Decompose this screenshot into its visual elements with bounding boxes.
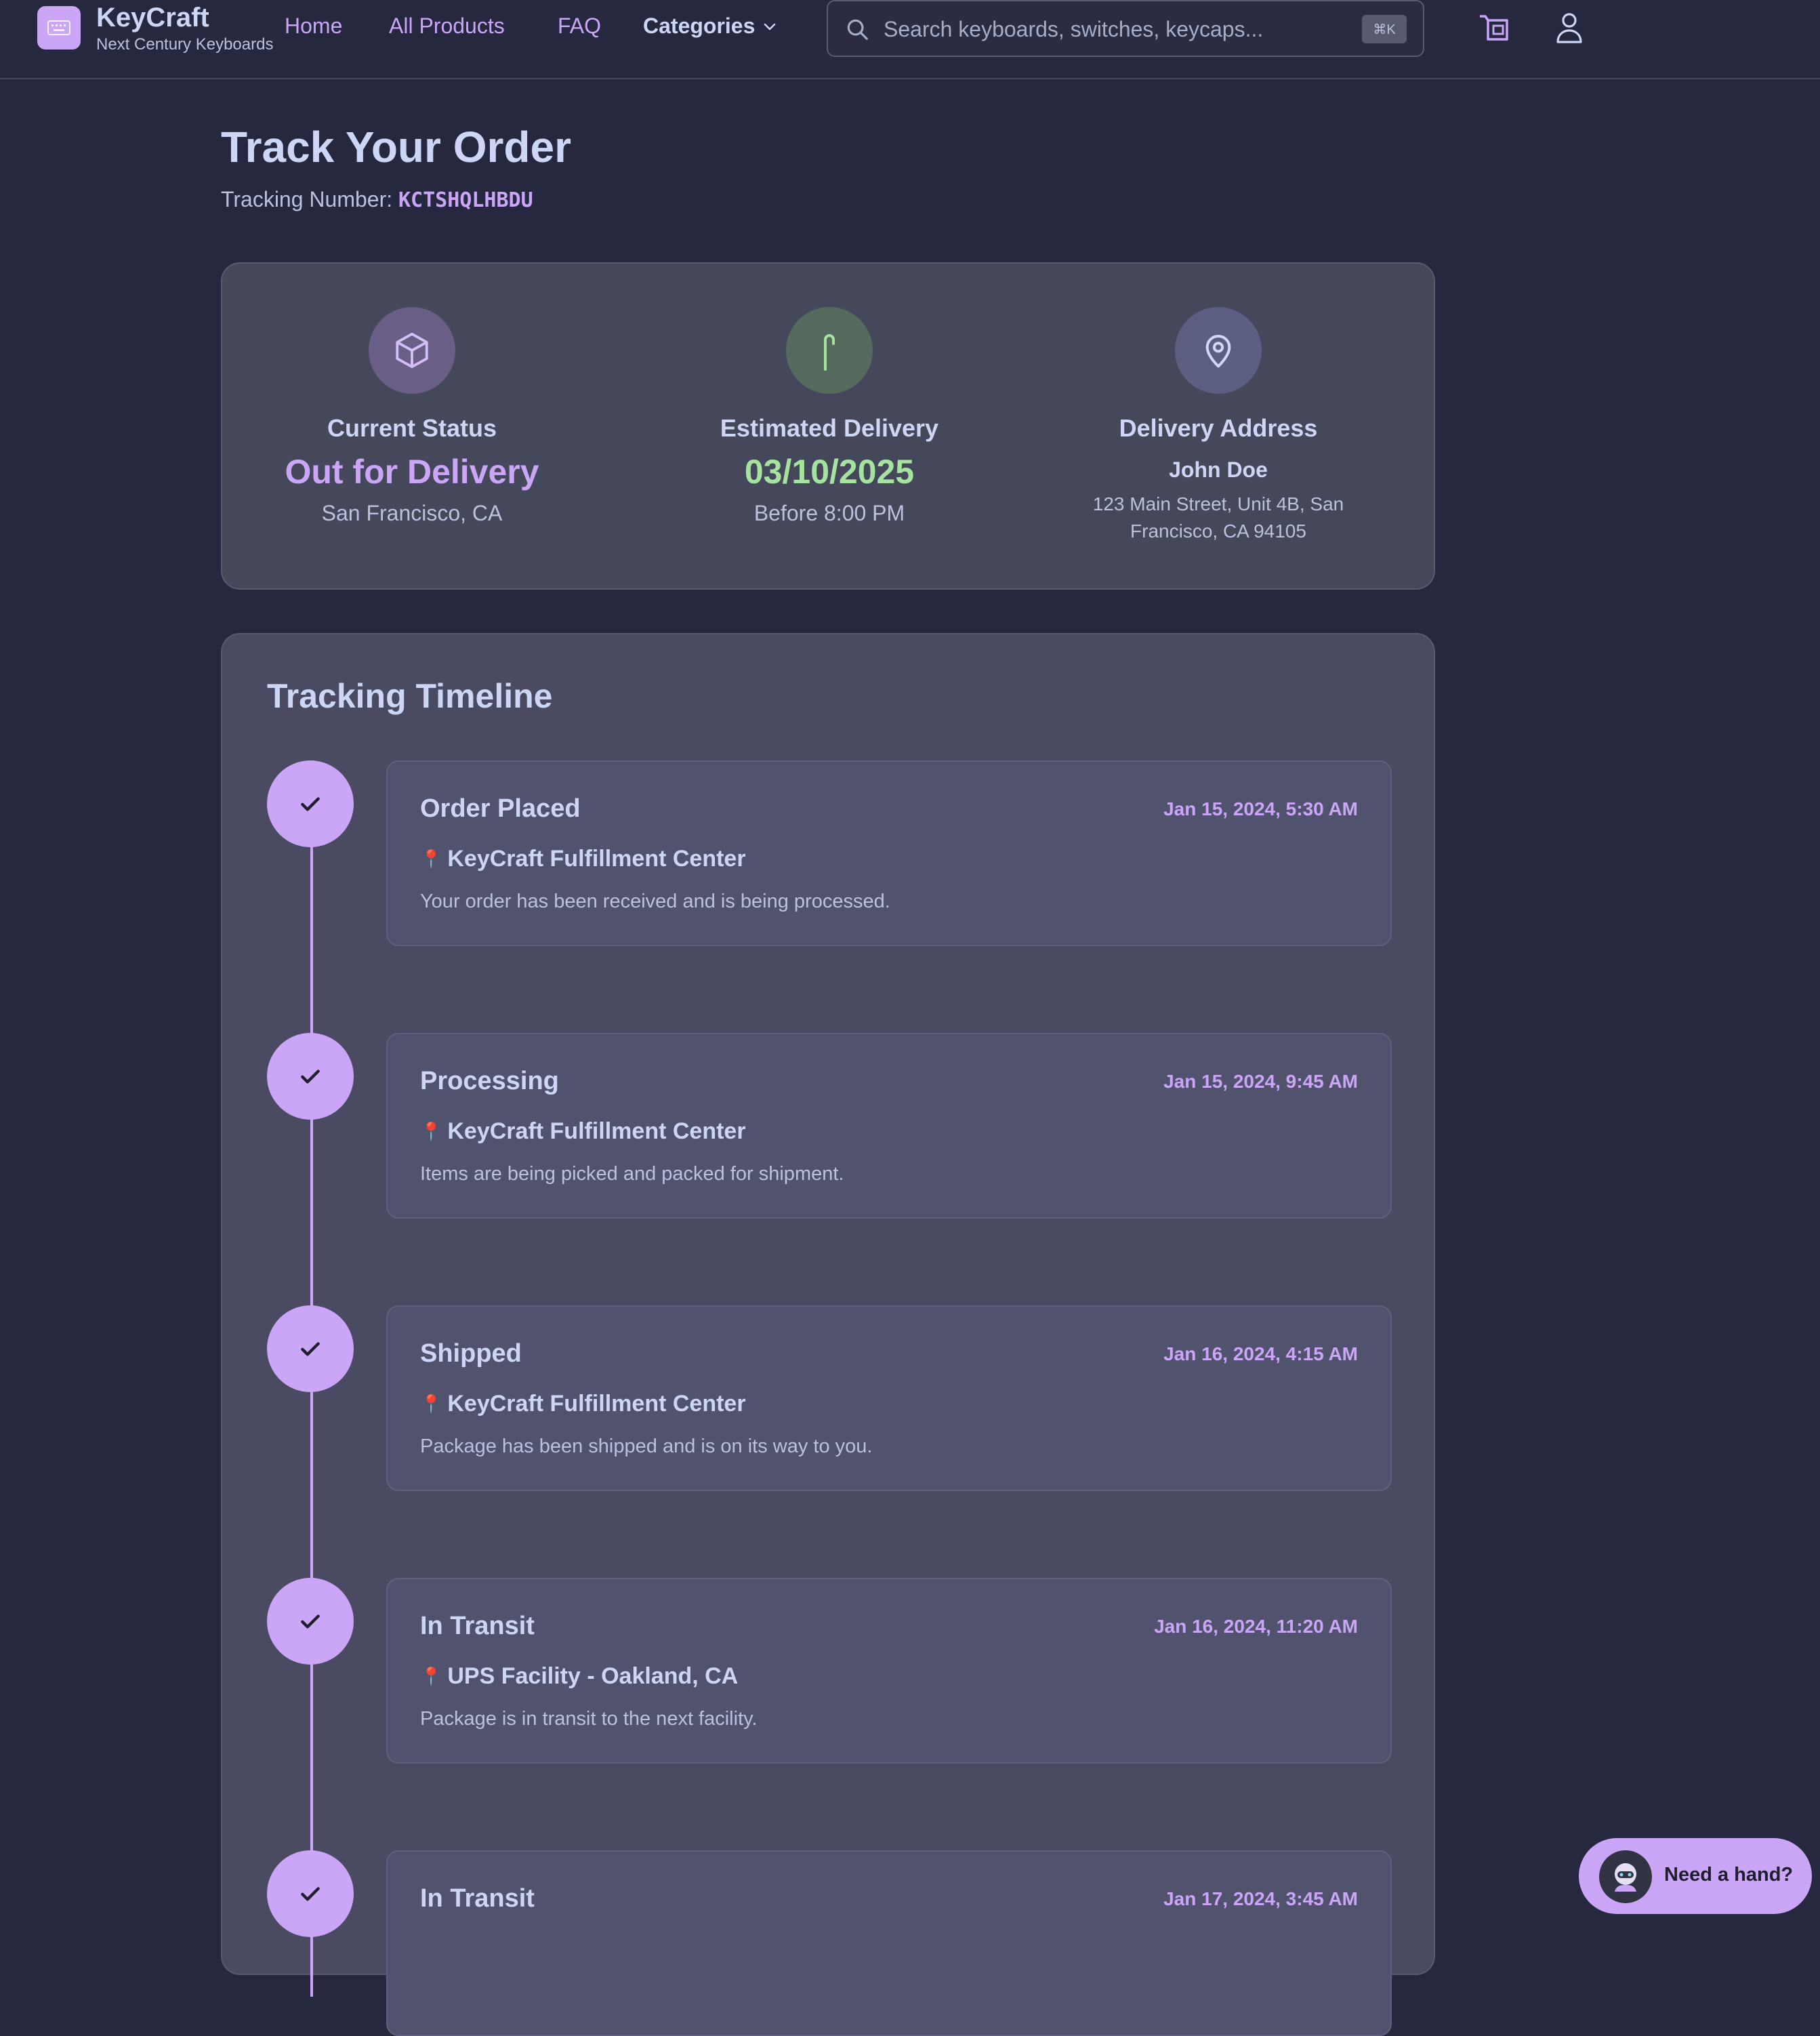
event-description: Items are being picked and packed for sh…: [420, 1163, 844, 1185]
event-location-text: UPS Facility - Oakland, CA: [447, 1663, 739, 1689]
timeline-step-marker: [267, 1578, 354, 1665]
check-icon: [301, 1070, 320, 1084]
map-pin-icon: [1205, 335, 1231, 368]
event-location-text: KeyCraft Fulfillment Center: [447, 1391, 746, 1417]
timeline-event-card: In Transit Jan 17, 2024, 3:45 AM: [386, 1850, 1392, 2036]
pushpin-icon: 📍: [420, 1666, 442, 1686]
search-shortcut-badge: ⌘K: [1362, 15, 1407, 43]
check-icon: [301, 1342, 320, 1356]
help-chat-button[interactable]: Need a hand?: [1579, 1838, 1812, 1914]
timeline-connector: [310, 804, 313, 1997]
tracking-timeline-card: Tracking Timeline Order Placed Jan 15, 20…: [221, 633, 1435, 2036]
event-timestamp: Jan 16, 2024, 4:15 AM: [1163, 1343, 1358, 1364]
event-timestamp: Jan 15, 2024, 5:30 AM: [1163, 798, 1358, 819]
keyboard-icon: [47, 20, 70, 35]
current-status-label: Current Status: [327, 414, 497, 442]
address-icon-circle: [1175, 307, 1262, 394]
event-title: Processing: [420, 1067, 559, 1095]
help-chat-label: Need a hand?: [1664, 1864, 1794, 1886]
nav-all-products[interactable]: All Products: [389, 14, 505, 39]
timeline-step-marker: [267, 1033, 354, 1120]
package-icon: [396, 332, 428, 369]
event-title: Order Placed: [420, 794, 581, 823]
recipient-name: John Doe: [1169, 457, 1268, 482]
event-description: Package has been shipped and is on its w…: [420, 1436, 873, 1457]
event-description: Your order has been received and is bein…: [420, 891, 890, 912]
current-status-value: Out for Delivery: [285, 453, 539, 491]
order-summary-card: Current Status Out for Delivery San Fran…: [221, 262, 1435, 590]
event-location: 📍 KeyCraft Fulfillment Center: [420, 1391, 746, 1417]
brand-tagline: Next Century Keyboards: [96, 35, 274, 54]
delivery-address-label: Delivery Address: [1119, 414, 1318, 442]
estimated-delivery-time: Before 8:00 PM: [753, 501, 905, 525]
estimated-delivery-date: 03/10/2025: [744, 453, 915, 491]
search-input[interactable]: [882, 12, 1305, 46]
delivery-icon-circle: [786, 307, 873, 394]
timeline-event-card: Order Placed Jan 15, 2024, 5:30 AM 📍 KeyCra…: [386, 760, 1392, 946]
event-location: 📍 UPS Facility - Oakland, CA: [420, 1663, 738, 1690]
pushpin-icon: 📍: [420, 849, 442, 869]
status-icon-circle: [369, 307, 455, 394]
nav-home[interactable]: Home: [285, 14, 342, 39]
account-button[interactable]: [1556, 12, 1583, 47]
cart-button[interactable]: [1477, 12, 1511, 48]
event-title: Shipped: [420, 1339, 522, 1368]
nav-categories-label: Categories: [643, 14, 756, 38]
brand-name[interactable]: KeyCraft: [96, 3, 209, 33]
search-icon: [847, 19, 868, 40]
estimated-delivery-section: Estimated Delivery 03/10/2025 Before 8:0…: [640, 264, 1019, 526]
timeline-event-card: Processing Jan 15, 2024, 9:45 AM 📍 KeyCraft…: [386, 1033, 1392, 1219]
event-title: In Transit: [420, 1884, 535, 1913]
nav-categories-dropdown[interactable]: Categories: [643, 14, 778, 39]
cane-icon: [824, 334, 835, 371]
recipient-address: 123 Main Street, Unit 4B, San Francisco,…: [1092, 493, 1344, 542]
event-timestamp: Jan 15, 2024, 9:45 AM: [1163, 1071, 1358, 1092]
assistant-avatar: [1599, 1850, 1652, 1903]
timeline-step-marker: [267, 1305, 354, 1392]
chevron-down-icon: [764, 23, 776, 30]
pushpin-icon: 📍: [420, 1121, 442, 1141]
page-title: Track Your Order: [221, 123, 571, 171]
event-location-text: KeyCraft Fulfillment Center: [447, 846, 746, 872]
tracking-number-row: Tracking Number: KCTSHQLHBDU: [221, 187, 533, 212]
timeline-title: Tracking Timeline: [267, 677, 553, 715]
timeline-event-card: Shipped Jan 16, 2024, 4:15 AM 📍 KeyCraft Fu…: [386, 1305, 1392, 1491]
tracking-number-value: KCTSHQLHBDU: [398, 188, 533, 212]
pushpin-icon: 📍: [420, 1393, 442, 1414]
cart-icon: [1480, 15, 1508, 41]
timeline-event-card: In Transit Jan 16, 2024, 11:20 AM 📍 UPS Fac…: [386, 1578, 1392, 1764]
check-icon: [301, 1614, 320, 1629]
event-timestamp: Jan 16, 2024, 11:20 AM: [1154, 1616, 1358, 1637]
user-icon: [1556, 13, 1582, 43]
current-status-section: Current Status Out for Delivery San Fran…: [222, 264, 602, 526]
event-title: In Transit: [420, 1612, 535, 1640]
event-description: Package is in transit to the next facili…: [420, 1708, 758, 1730]
estimated-delivery-label: Estimated Delivery: [720, 414, 939, 442]
event-location-text: KeyCraft Fulfillment Center: [447, 1118, 746, 1144]
check-icon: [301, 797, 320, 811]
nav-faq[interactable]: FAQ: [558, 14, 601, 39]
search-bar[interactable]: ⌘K: [827, 0, 1424, 57]
event-location: 📍 KeyCraft Fulfillment Center: [420, 846, 746, 872]
tracking-number-label: Tracking Number:: [221, 187, 393, 211]
top-nav-bar: KeyCraft Next Century Keyboards Home All…: [0, 0, 1820, 79]
timeline-step-marker: [267, 760, 354, 847]
event-location: 📍 KeyCraft Fulfillment Center: [420, 1118, 746, 1145]
timeline-step-marker: [267, 1850, 354, 1937]
brand-logo[interactable]: [37, 6, 81, 49]
delivery-address-section: Delivery Address John Doe 123 Main Stree…: [1029, 264, 1408, 545]
robot-avatar-icon: [1615, 1863, 1636, 1892]
event-timestamp: Jan 17, 2024, 3:45 AM: [1163, 1888, 1358, 1909]
check-icon: [301, 1887, 320, 1901]
current-status-location: San Francisco, CA: [321, 501, 503, 525]
